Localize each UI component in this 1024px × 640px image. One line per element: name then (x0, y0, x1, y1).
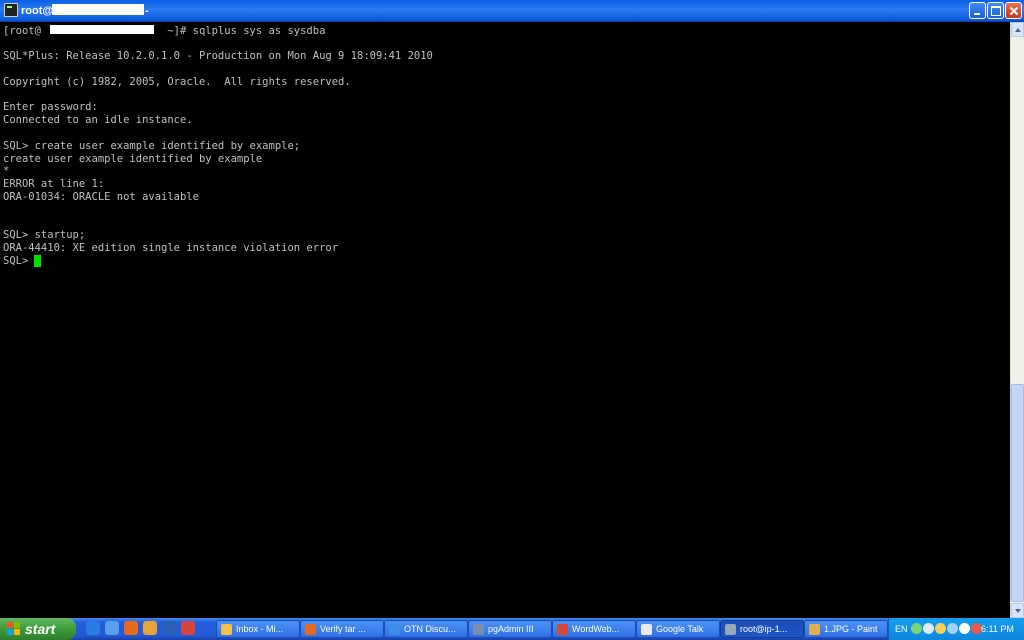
volume-icon[interactable] (959, 623, 970, 634)
system-tray: EN 6:11 PM (888, 618, 1024, 640)
terminal-line: ORA-01034: ORACLE not available (3, 191, 199, 203)
taskbar-button-label: Verify tar ... (320, 624, 366, 634)
start-label: start (25, 621, 56, 637)
terminal-line: Copyright (c) 1982, 2005, Oracle. All ri… (3, 76, 351, 88)
maximize-button[interactable] (987, 2, 1004, 19)
taskbar-button-label: Inbox - Mi... (236, 624, 284, 634)
window-title-bar[interactable]: root@ - (0, 0, 1024, 22)
scroll-up-button[interactable] (1011, 22, 1024, 37)
taskbar-button[interactable]: Inbox - Mi... (216, 620, 300, 638)
terminal-line: * (3, 165, 10, 177)
chat-icon (641, 624, 652, 635)
taskbar-button[interactable]: WordWeb... (552, 620, 636, 638)
terminal-line: SQL> startup; (3, 229, 86, 241)
clock[interactable]: 6:11 PM (981, 622, 1014, 636)
taskbar-button-label: OTN Discu... (404, 624, 456, 634)
chrome-icon[interactable] (181, 621, 195, 635)
thunderbird-icon[interactable] (143, 621, 157, 635)
putty-icon (725, 624, 736, 635)
terminal-line: SQL> (3, 255, 35, 267)
taskbar-button[interactable]: root@ip-1... (720, 620, 804, 638)
taskbar: start Inbox - Mi... Verify tar ... OTN Dis… (0, 618, 1024, 640)
taskbar-button-label: root@ip-1... (740, 624, 788, 634)
terminal-line: Enter password: (3, 101, 98, 113)
start-button[interactable]: start (0, 618, 76, 640)
redacted-hostname (50, 25, 154, 34)
terminal-cursor (34, 255, 41, 267)
terminal-line: ERROR at line 1: (3, 178, 105, 190)
taskbar-button[interactable]: OTN Discu... (384, 620, 468, 638)
wordweb-icon (557, 624, 568, 635)
ie-icon (389, 624, 400, 635)
network-icon[interactable] (911, 623, 922, 634)
windows-logo-icon (7, 622, 21, 636)
minimize-button[interactable] (969, 2, 986, 19)
firefox-icon[interactable] (124, 621, 138, 635)
taskbar-button-label: pgAdmin III (488, 624, 534, 634)
redacted-hostname (52, 4, 144, 15)
terminal-output[interactable]: [root@ ~]# sqlplus sys as sysdba SQL*Plu… (0, 22, 1010, 618)
vertical-scrollbar[interactable] (1010, 22, 1024, 618)
taskbar-button[interactable]: 1.JPG - Paint (804, 620, 888, 638)
ie-icon[interactable] (86, 621, 100, 635)
taskbar-button-label: Google Talk (656, 624, 704, 634)
word-icon[interactable] (162, 621, 176, 635)
terminal-line: Connected to an idle instance. (3, 114, 193, 126)
taskbar-button[interactable]: pgAdmin III (468, 620, 552, 638)
taskbar-button-label: WordWeb... (572, 624, 620, 634)
terminal-icon (4, 3, 18, 17)
window-title-suffix: - (145, 5, 149, 17)
scroll-down-button[interactable] (1011, 603, 1024, 618)
taskbar-button[interactable]: Google Talk (636, 620, 720, 638)
window-title: root@ (21, 5, 54, 17)
language-indicator[interactable]: EN (895, 622, 908, 636)
scroll-thumb[interactable] (1011, 384, 1024, 602)
taskbar-button[interactable]: Verify tar ... (300, 620, 384, 638)
paint-icon (809, 624, 820, 635)
terminal-line: SQL> create user example identified by e… (3, 140, 301, 152)
monitor-icon[interactable] (923, 623, 934, 634)
firefox-icon (305, 624, 316, 635)
close-button[interactable] (1005, 2, 1022, 19)
terminal-line: ORA-44410: XE edition single instance vi… (3, 242, 339, 254)
talk-icon[interactable] (947, 623, 958, 634)
explorer-icon[interactable] (105, 621, 119, 635)
terminal-line: SQL*Plus: Release 10.2.0.1.0 - Productio… (3, 50, 433, 62)
taskbar-button-label: 1.JPG - Paint (824, 624, 878, 634)
pgadmin-icon (473, 624, 484, 635)
outlook-icon (221, 624, 232, 635)
shield-icon[interactable] (935, 623, 946, 634)
terminal-line: create user example identified by exampl… (3, 153, 263, 165)
